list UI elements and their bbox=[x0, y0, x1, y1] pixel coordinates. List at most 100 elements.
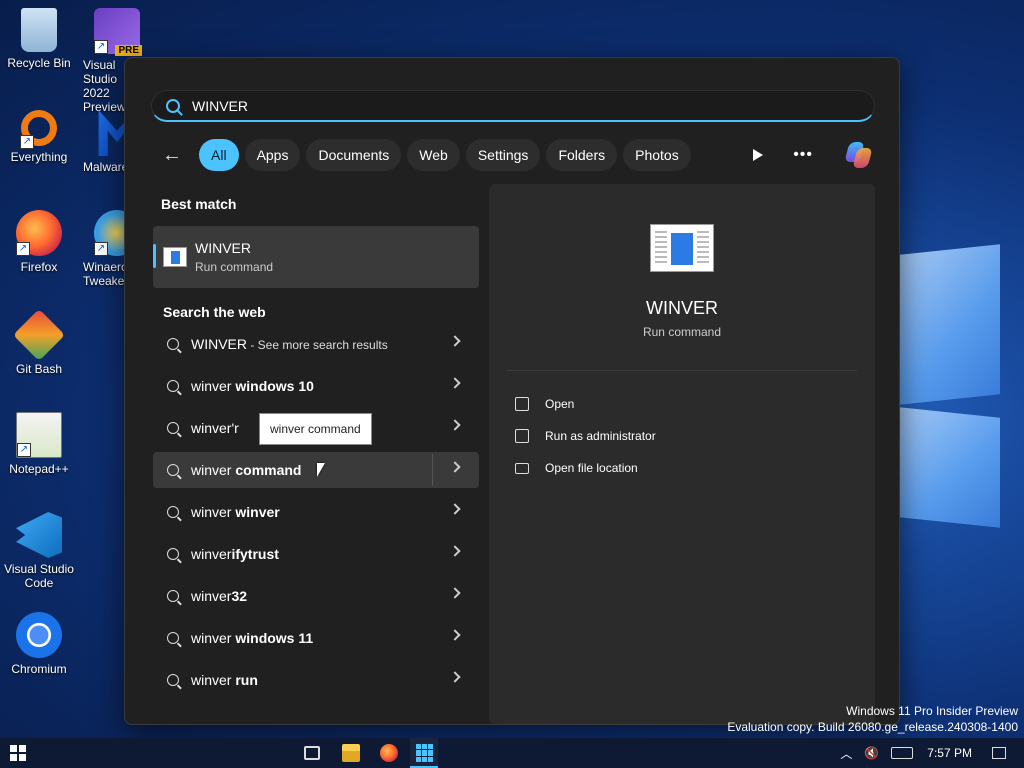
web-suggestion-item[interactable]: winver winver bbox=[153, 494, 479, 530]
search-icon bbox=[167, 548, 179, 560]
file-explorer-icon[interactable] bbox=[342, 744, 360, 762]
desktop-icon-recycle-bin[interactable]: Recycle Bin bbox=[0, 8, 78, 70]
task-view-icon[interactable] bbox=[304, 746, 320, 760]
action-open[interactable]: Open bbox=[515, 388, 656, 420]
desktop-icon-label: Visual Studio 2022 Preview bbox=[83, 58, 126, 114]
volume-muted-icon[interactable]: 🔇 bbox=[864, 746, 879, 760]
desktop-icon-git-bash[interactable]: Git Bash bbox=[0, 308, 78, 376]
web-suggestion-item[interactable]: winver32 bbox=[153, 578, 479, 614]
mouse-cursor-icon bbox=[317, 463, 325, 477]
wallpaper-pane-bottom bbox=[890, 406, 1000, 528]
clock[interactable]: 7:57 PM bbox=[927, 746, 972, 760]
best-match-heading: Best match bbox=[161, 196, 237, 212]
vscode-icon bbox=[16, 512, 62, 558]
action-label: Open file location bbox=[545, 461, 638, 475]
keyboard-icon[interactable] bbox=[891, 747, 914, 759]
detail-actions: Open Run as administrator Open file loca… bbox=[515, 388, 656, 484]
shortcut-arrow-icon: ↗ bbox=[94, 40, 108, 54]
os-watermark: Windows 11 Pro Insider Preview Evaluatio… bbox=[727, 703, 1018, 735]
open-external-icon bbox=[515, 397, 529, 411]
web-suggestion-item[interactable]: winverifytrust bbox=[153, 536, 479, 572]
desktop-icon-firefox[interactable]: ↗ Firefox bbox=[0, 210, 78, 274]
suggestion-text: winver bbox=[191, 672, 232, 688]
desktop-icon-vscode[interactable]: Visual Studio Code bbox=[0, 512, 78, 590]
search-icon bbox=[167, 590, 179, 602]
filter-photos[interactable]: Photos bbox=[623, 139, 691, 171]
filter-apps[interactable]: Apps bbox=[244, 139, 301, 171]
everything-search-icon: ↗ bbox=[20, 110, 57, 149]
suggestion-text: winver bbox=[191, 462, 232, 478]
web-suggestion-item[interactable]: WINVER - See more search results bbox=[153, 326, 479, 362]
search-input[interactable] bbox=[192, 97, 792, 114]
more-options-icon[interactable]: ••• bbox=[793, 146, 813, 164]
suggestion-text: winver bbox=[191, 504, 232, 520]
web-suggestions-list: WINVER - See more search results winver … bbox=[153, 326, 479, 698]
desktop-icon-label: Chromium bbox=[11, 662, 67, 676]
filter-settings[interactable]: Settings bbox=[465, 139, 541, 171]
search-icon bbox=[166, 98, 180, 113]
chevron-right-icon[interactable] bbox=[449, 545, 461, 557]
play-icon[interactable] bbox=[753, 149, 764, 161]
git-bash-icon bbox=[12, 308, 66, 362]
suggestion-completion: 32 bbox=[231, 588, 248, 604]
filter-folders[interactable]: Folders bbox=[546, 139, 618, 171]
action-label: Open bbox=[545, 397, 575, 411]
suggestion-completion: windows 10 bbox=[231, 378, 314, 394]
chevron-right-icon[interactable] bbox=[449, 503, 461, 515]
action-label: Run as administrator bbox=[545, 429, 656, 443]
chevron-right-icon[interactable] bbox=[449, 671, 461, 683]
wallpaper-pane-top bbox=[890, 244, 1000, 406]
chevron-right-icon[interactable] bbox=[449, 587, 461, 599]
desktop-icon-chromium[interactable]: Chromium bbox=[0, 612, 78, 676]
notification-icon[interactable] bbox=[992, 747, 1006, 759]
search-panel: ← All Apps Documents Web Settings Folder… bbox=[124, 57, 900, 725]
search-app-icon[interactable] bbox=[416, 744, 434, 762]
suggestion-text: winver bbox=[191, 378, 232, 394]
search-icon bbox=[167, 380, 179, 392]
action-open-file-location[interactable]: Open file location bbox=[515, 452, 656, 484]
web-suggestion-item[interactable]: winver run bbox=[153, 662, 479, 698]
chevron-right-icon[interactable] bbox=[449, 629, 461, 641]
search-box[interactable] bbox=[151, 90, 875, 122]
best-match-item[interactable]: WINVER Run command bbox=[153, 226, 479, 288]
tooltip: winver command bbox=[259, 413, 372, 445]
winver-large-icon bbox=[650, 224, 714, 272]
web-suggestion-item[interactable]: winver windows 11 bbox=[153, 620, 479, 656]
search-icon bbox=[167, 422, 179, 434]
shortcut-arrow-icon: ↗ bbox=[20, 135, 34, 149]
search-tools: ••• bbox=[753, 138, 873, 172]
suggestion-text: winver bbox=[191, 420, 232, 436]
filter-web[interactable]: Web bbox=[407, 139, 460, 171]
filter-all[interactable]: All bbox=[199, 139, 239, 171]
desktop-icon-notepad-plus-plus[interactable]: ↗ Notepad++ bbox=[0, 412, 78, 476]
suggestion-text: winver bbox=[191, 546, 232, 562]
shortcut-arrow-icon: ↗ bbox=[17, 443, 31, 457]
firefox-icon: ↗ bbox=[16, 210, 62, 256]
back-arrow-icon[interactable]: ← bbox=[155, 138, 189, 172]
firefox-taskbar-icon[interactable] bbox=[380, 744, 398, 762]
chevron-right-icon[interactable] bbox=[449, 335, 461, 347]
chevron-right-icon[interactable] bbox=[449, 377, 461, 389]
chevron-up-icon[interactable]: ︿ bbox=[840, 745, 852, 762]
web-suggestion-item[interactable]: winver windows 10 bbox=[153, 368, 479, 404]
best-match-type: Run command bbox=[195, 260, 274, 274]
chevron-right-icon[interactable] bbox=[449, 419, 461, 431]
best-match-name: WINVER bbox=[195, 240, 251, 256]
copilot-icon[interactable] bbox=[843, 140, 873, 170]
item-separator bbox=[432, 454, 433, 486]
system-tray: ︿ 🔇 7:57 PM bbox=[840, 738, 1024, 768]
suggestion-completion: command bbox=[231, 462, 302, 478]
chevron-right-icon[interactable] bbox=[449, 461, 461, 473]
wallpaper-windows-logo bbox=[880, 230, 1020, 530]
filter-documents[interactable]: Documents bbox=[306, 139, 402, 171]
suggestion-completion: windows 11 bbox=[231, 630, 314, 646]
start-button[interactable] bbox=[10, 745, 26, 761]
suggestion-completion: 'r bbox=[231, 420, 239, 436]
action-run-as-admin[interactable]: Run as administrator bbox=[515, 420, 656, 452]
web-suggestion-item-hovered[interactable]: winver command bbox=[153, 452, 479, 488]
watermark-line-1: Windows 11 Pro Insider Preview bbox=[846, 704, 1018, 718]
desktop-icon-label: Recycle Bin bbox=[7, 56, 71, 70]
desktop-icon-label: Everything bbox=[10, 150, 68, 164]
desktop-icon-everything[interactable]: ↗ Everything bbox=[0, 110, 78, 164]
winver-app-icon bbox=[163, 247, 187, 267]
